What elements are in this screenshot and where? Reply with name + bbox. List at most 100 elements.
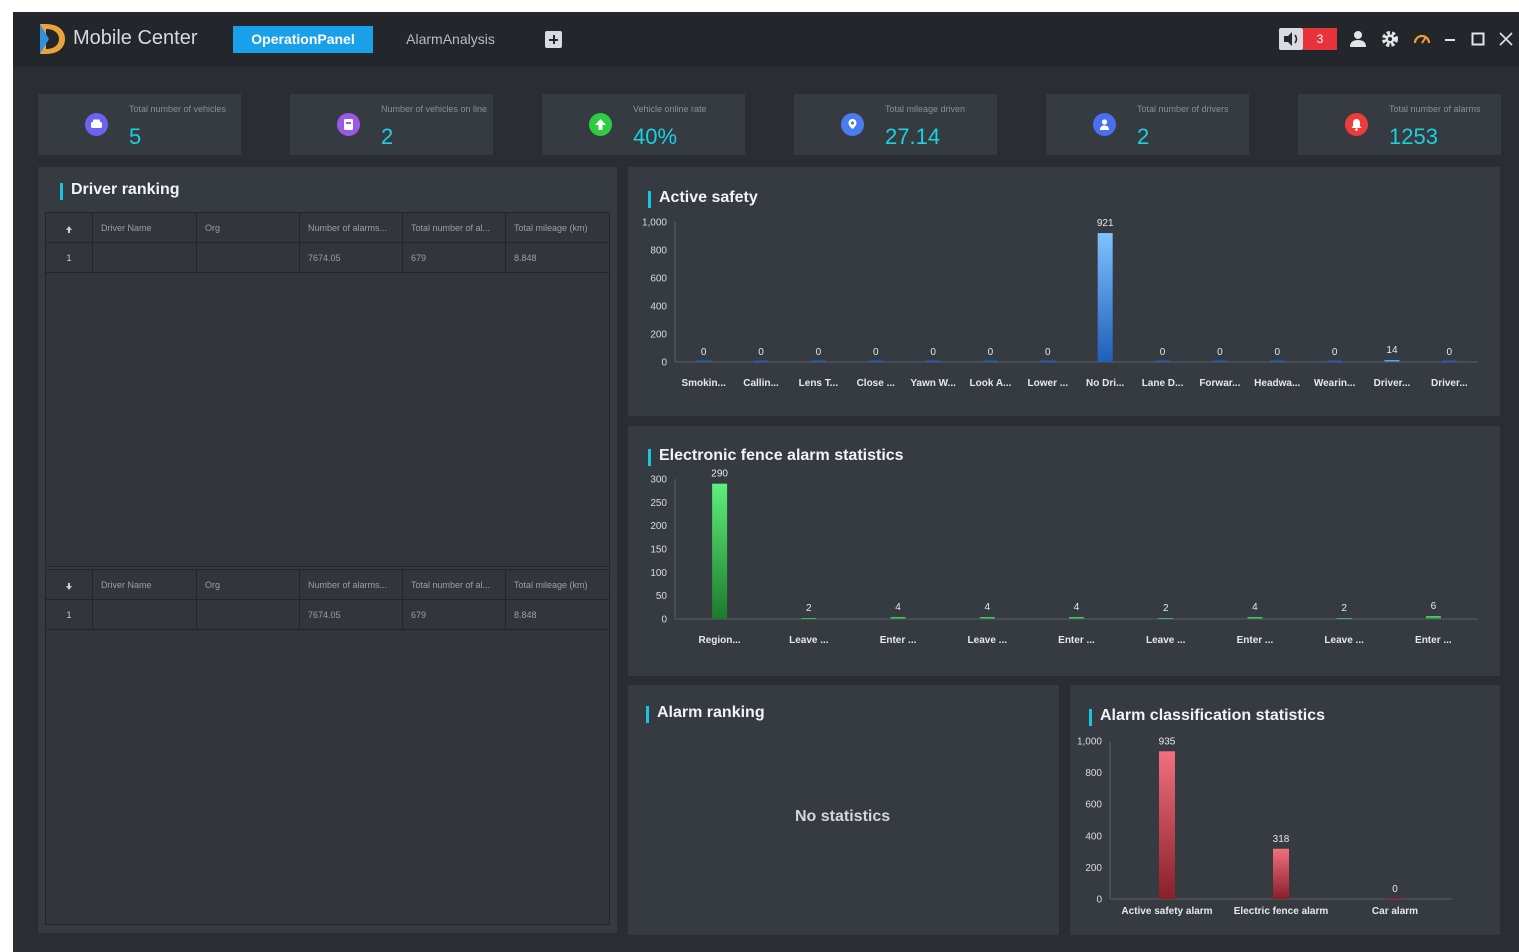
kpi-label: Vehicle online rate xyxy=(633,104,707,114)
column-header[interactable]: Driver Name xyxy=(93,213,197,242)
x-tick-label: Forwar... xyxy=(1199,378,1240,389)
chart-bar[interactable] xyxy=(1425,616,1441,619)
chart-bar[interactable] xyxy=(1159,751,1175,899)
chart-bar[interactable] xyxy=(1155,360,1171,363)
bar-value-label: 935 xyxy=(1159,736,1176,747)
column-header[interactable]: Number of alarms... xyxy=(300,213,403,242)
bar-value-label: 2 xyxy=(806,603,812,614)
chart-bar[interactable] xyxy=(890,617,906,619)
alarm-ranking-title: Alarm ranking xyxy=(646,704,765,723)
chart-bar[interactable] xyxy=(1040,360,1056,363)
minimize-icon[interactable] xyxy=(1439,28,1461,50)
add-tab-icon[interactable] xyxy=(545,31,562,48)
settings-icon[interactable] xyxy=(1379,28,1401,50)
title-bar: Mobile Center OperationPanel AlarmAnalys… xyxy=(13,12,1519,66)
speaker-icon[interactable] xyxy=(1279,28,1303,50)
chart-bar[interactable] xyxy=(1384,360,1400,362)
alarm-count-badge[interactable]: 3 xyxy=(1303,28,1337,50)
bar-value-label: 0 xyxy=(1045,347,1051,358)
column-header[interactable]: Org xyxy=(197,570,300,599)
alarm-classification-panel: Alarm classification statistics 0 200 400 6… xyxy=(1070,685,1500,935)
gauge-icon[interactable] xyxy=(1411,28,1433,50)
kpi-label: Total number of vehicles xyxy=(129,104,227,114)
app-title: Mobile Center xyxy=(73,27,198,49)
driver-ranking-panel: Driver ranking Driver Name Org Number of… xyxy=(38,167,617,933)
x-tick-label: Leave ... xyxy=(1324,635,1364,646)
chart-bar[interactable] xyxy=(801,618,817,619)
kpi-value: 5 xyxy=(129,124,142,149)
column-header[interactable]: Driver Name xyxy=(93,570,197,599)
chart-bar[interactable] xyxy=(982,360,998,363)
driver-ranking-title: Driver ranking xyxy=(59,181,180,200)
chart-bar[interactable] xyxy=(712,483,728,619)
chart-bar[interactable] xyxy=(979,617,995,619)
total-alarms-cell: 679 xyxy=(403,243,506,272)
tab-alarm-analysis[interactable]: AlarmAnalysis xyxy=(393,26,508,53)
y-tick-label: 400 xyxy=(650,302,667,313)
user-icon[interactable] xyxy=(1347,28,1369,50)
sort-asc-icon[interactable] xyxy=(46,213,93,242)
bar-value-label: 0 xyxy=(1392,884,1398,895)
chart-bar[interactable] xyxy=(753,360,769,363)
chart-bar[interactable] xyxy=(810,360,826,363)
sort-desc-icon[interactable] xyxy=(46,570,93,599)
close-icon[interactable] xyxy=(1495,28,1517,50)
x-tick-label: Wearin... xyxy=(1314,378,1356,389)
chart-bar[interactable] xyxy=(925,360,941,363)
fence-alarm-panel: Electronic fence alarm statistics 0 50 100… xyxy=(628,426,1500,676)
y-tick-label: 600 xyxy=(650,274,667,285)
chart-bar[interactable] xyxy=(1069,617,1084,619)
table-header: Driver Name Org Number of alarms... Tota… xyxy=(46,213,609,243)
bar-value-label: 0 xyxy=(1447,347,1453,358)
column-header[interactable]: Total number of al... xyxy=(403,570,506,599)
x-tick-label: Lane D... xyxy=(1142,378,1184,389)
x-tick-label: Active safety alarm xyxy=(1121,906,1212,917)
y-tick-label: 800 xyxy=(1085,768,1102,779)
chart-bar[interactable] xyxy=(1336,618,1352,619)
kpi-label: Total number of alarms xyxy=(1389,104,1481,114)
y-tick-label: 600 xyxy=(1085,800,1102,811)
chart-bar[interactable] xyxy=(1212,360,1228,363)
bar-value-label: 0 xyxy=(758,347,764,358)
table-row[interactable]: 1 7674.05 679 8.848 xyxy=(46,243,609,273)
chart-bar[interactable] xyxy=(696,360,712,363)
driver-name-cell xyxy=(93,600,197,629)
x-tick-label: No Dri... xyxy=(1086,378,1125,389)
y-tick-label: 800 xyxy=(650,246,667,257)
rank-cell: 1 xyxy=(46,243,93,272)
x-tick-label: Look A... xyxy=(970,378,1012,389)
chart-bar[interactable] xyxy=(1247,617,1263,619)
bar-value-label: 4 xyxy=(895,602,901,613)
tab-operation-panel[interactable]: OperationPanel xyxy=(233,26,373,53)
chart-bar[interactable] xyxy=(1441,360,1457,363)
chart-bar[interactable] xyxy=(1097,233,1113,362)
table-row[interactable]: 1 7674.05 679 8.848 xyxy=(46,600,609,630)
alarm-ranking-panel: Alarm ranking No statistics xyxy=(628,685,1059,935)
column-header[interactable]: Total mileage (km) xyxy=(506,570,609,599)
chart-bar[interactable] xyxy=(1273,848,1289,899)
x-tick-label: Leave ... xyxy=(968,635,1008,646)
chart-bar[interactable] xyxy=(1158,618,1174,619)
column-header[interactable]: Total number of al... xyxy=(403,213,506,242)
column-header[interactable]: Number of alarms... xyxy=(300,570,403,599)
column-header[interactable]: Org xyxy=(197,213,300,242)
kpi-value: 2 xyxy=(1137,124,1150,149)
x-tick-label: Electric fence alarm xyxy=(1234,906,1329,917)
chart-bar[interactable] xyxy=(1387,897,1403,900)
x-tick-label: Headwa... xyxy=(1254,378,1300,389)
bar-value-label: 318 xyxy=(1273,834,1290,845)
x-tick-label: Close ... xyxy=(857,378,896,389)
bar-value-label: 2 xyxy=(1341,603,1347,614)
bar-value-label: 4 xyxy=(984,602,990,613)
chart-bar[interactable] xyxy=(868,360,884,363)
x-tick-label: Enter ... xyxy=(1237,635,1274,646)
y-tick-label: 200 xyxy=(650,521,667,532)
chart-bar[interactable] xyxy=(1327,360,1343,363)
kpi-vehicles-online: Number of vehicles on line 2 xyxy=(290,94,493,155)
x-tick-label: Enter ... xyxy=(1415,635,1452,646)
y-tick-label: 300 xyxy=(650,475,667,486)
x-tick-label: Lower ... xyxy=(1028,378,1069,389)
column-header[interactable]: Total mileage (km) xyxy=(506,213,609,242)
maximize-icon[interactable] xyxy=(1467,28,1489,50)
chart-bar[interactable] xyxy=(1269,360,1285,363)
